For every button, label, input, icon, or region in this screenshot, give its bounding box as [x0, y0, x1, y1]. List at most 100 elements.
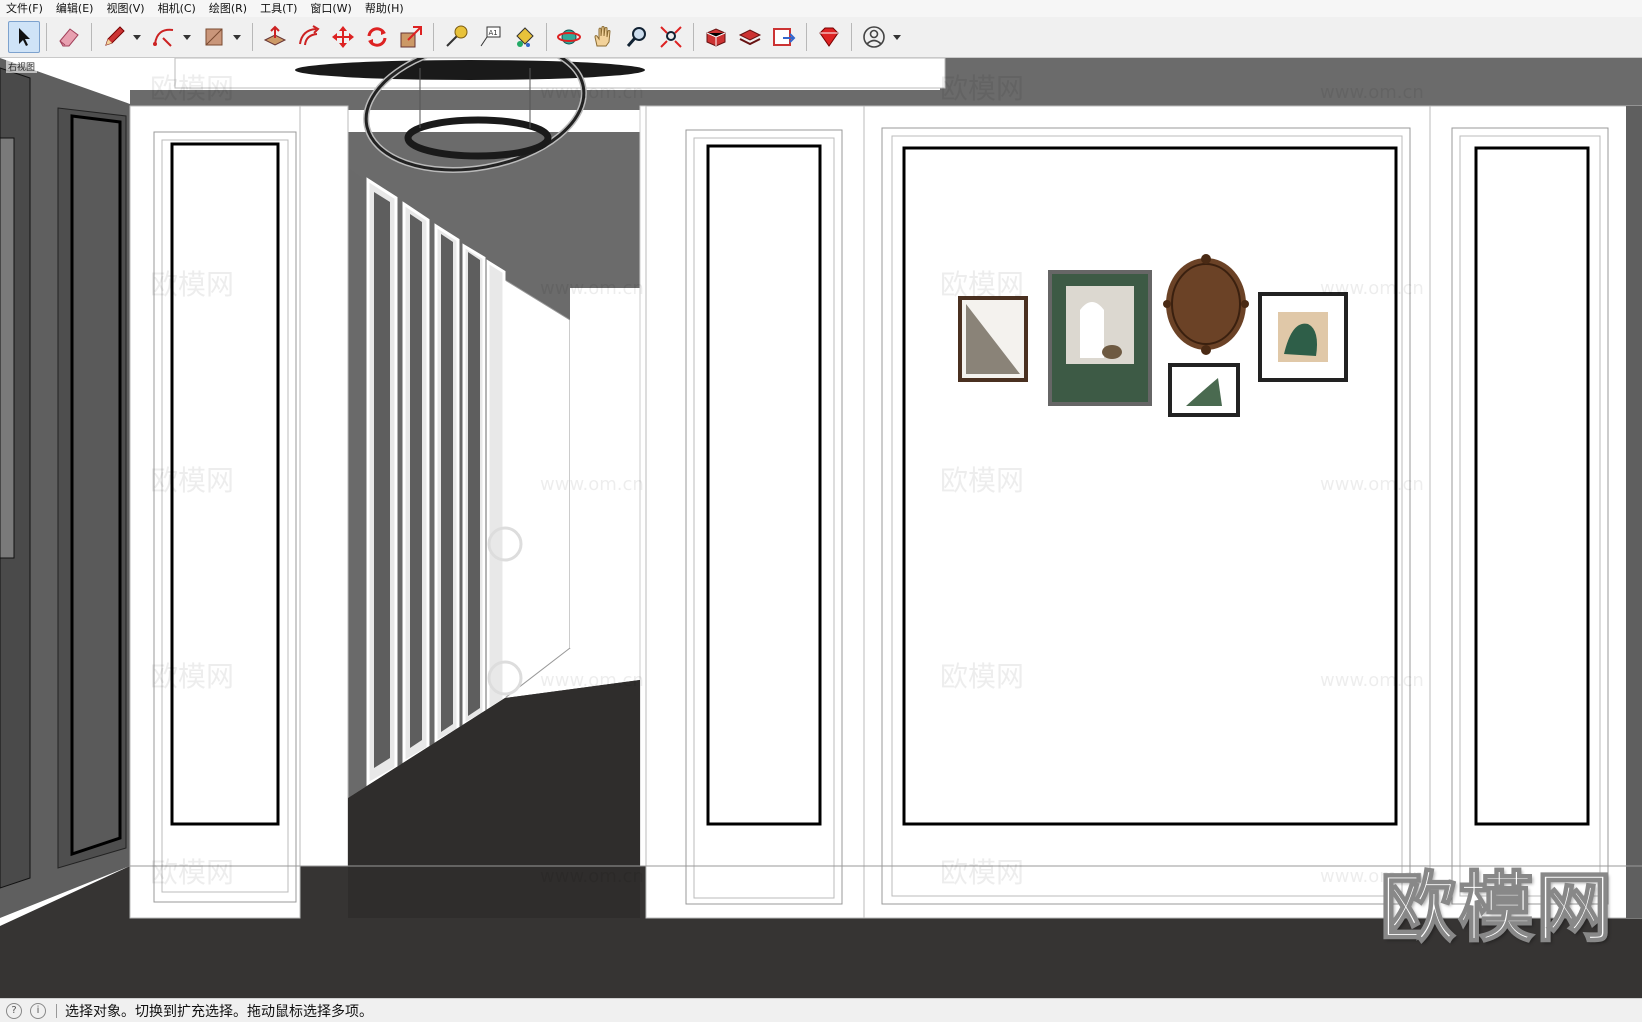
- toolbar-separator: [433, 23, 434, 51]
- user-account-icon: [863, 26, 885, 48]
- 3d-warehouse-icon: [706, 28, 726, 47]
- pan-tool-icon: [594, 26, 611, 47]
- wall-panel-4: [1429, 105, 1642, 919]
- picture-frame-2: [1048, 270, 1152, 406]
- toolbar-separator: [806, 23, 807, 51]
- extension-manager-icon: [819, 27, 839, 47]
- select-tool-button[interactable]: [8, 21, 40, 53]
- watermark-text: www.om.cn: [540, 866, 644, 887]
- push-pull-tool-button[interactable]: [259, 21, 291, 53]
- geolocation-icon[interactable]: ?: [6, 1002, 22, 1019]
- user-account-button[interactable]: [858, 21, 890, 53]
- status-bar: ? i 选择对象。切换到扩充选择。拖动鼠标选择多项。: [0, 998, 1642, 1022]
- send-to-layout-button[interactable]: [768, 21, 800, 53]
- opening-left-jamb: [299, 105, 349, 917]
- watermark-text: www.om.cn: [1320, 670, 1424, 691]
- text-tool-button[interactable]: A1: [474, 21, 506, 53]
- scale-tool-button[interactable]: [395, 21, 427, 53]
- orbit-tool-button[interactable]: [553, 21, 585, 53]
- menu-window[interactable]: 窗口(W): [310, 0, 351, 17]
- wall-panel-2: [645, 105, 865, 919]
- watermark-text: 欧模网: [940, 856, 1024, 889]
- offset-tool-button[interactable]: [293, 21, 325, 53]
- watermark-text: 欧模网: [150, 856, 234, 889]
- zoom-tool-button[interactable]: [621, 21, 653, 53]
- watermark-text: www.om.cn: [1320, 474, 1424, 495]
- picture-frame-3: [1168, 363, 1240, 417]
- watermark-text: www.om.cn: [540, 278, 644, 299]
- wall-panel-1: [129, 105, 301, 919]
- watermark-text: 欧模网: [150, 660, 234, 693]
- menu-view[interactable]: 视图(V): [106, 0, 144, 17]
- ceiling-right: [940, 58, 1642, 106]
- menu-help[interactable]: 帮助(H): [365, 0, 404, 17]
- chevron-down-icon: [233, 35, 241, 40]
- watermark-text: www.om.cn: [1320, 278, 1424, 299]
- rectangle-tool-button[interactable]: [198, 21, 230, 53]
- info-icon[interactable]: i: [30, 1002, 46, 1019]
- watermark-text: 欧模网: [940, 660, 1024, 693]
- zoom-extents-tool-button[interactable]: [655, 21, 687, 53]
- rectangle-dropdown[interactable]: [232, 21, 242, 53]
- extension-warehouse-button[interactable]: [734, 21, 766, 53]
- toolbar-separator: [851, 23, 852, 51]
- paint-bucket-tool-button[interactable]: [508, 21, 540, 53]
- watermark-text: www.om.cn: [540, 474, 644, 495]
- watermark-text: 欧模网: [150, 72, 234, 105]
- tape-measure-tool-icon: [446, 25, 468, 47]
- toolbar-separator: [693, 23, 694, 51]
- model-viewport[interactable]: 欧模网 www.om.cn 欧模网 www.om.cn 欧模网 www.om.cn 欧模网 w…: [0, 58, 1642, 998]
- menu-bar: 文件(F) 编辑(E) 视图(V) 相机(C) 绘图(R) 工具(T) 窗口(W…: [0, 0, 1642, 17]
- watermark-text: www.om.cn: [540, 670, 644, 691]
- pan-tool-button[interactable]: [587, 21, 619, 53]
- watermark-text: 欧模网: [150, 464, 234, 497]
- chevron-down-icon: [183, 35, 191, 40]
- watermark-text: www.om.cn: [1320, 82, 1424, 103]
- push-pull-tool-icon: [263, 25, 287, 46]
- chevron-down-icon: [893, 35, 901, 40]
- arc-tool-button[interactable]: [148, 21, 180, 53]
- status-separator: [56, 1003, 57, 1018]
- eraser-tool-icon: [59, 28, 79, 47]
- view-label: 右视图: [6, 60, 38, 73]
- tape-measure-tool-button[interactable]: [440, 21, 472, 53]
- status-message: 选择对象。切换到扩充选择。拖动鼠标选择多项。: [65, 1003, 373, 1020]
- svg-text:A1: A1: [489, 29, 498, 37]
- toolbar-separator: [252, 23, 253, 51]
- picture-frame-4: [1258, 292, 1348, 382]
- extension-manager-button[interactable]: [813, 21, 845, 53]
- pencil-dropdown[interactable]: [132, 21, 142, 53]
- orbit-tool-icon: [557, 29, 581, 45]
- eraser-tool-button[interactable]: [53, 21, 85, 53]
- zoom-tool-icon: [626, 27, 646, 47]
- move-tool-button[interactable]: [327, 21, 359, 53]
- watermark-text: 欧模网: [150, 268, 234, 301]
- pencil-line-tool-button[interactable]: [98, 21, 130, 53]
- move-tool-icon: [332, 26, 354, 48]
- toolbar-separator: [546, 23, 547, 51]
- extension-warehouse-icon: [738, 29, 762, 46]
- arc-tool-icon: [153, 28, 174, 47]
- chevron-down-icon: [133, 35, 141, 40]
- text-tool-icon: A1: [480, 26, 501, 47]
- left-picture-frame: [0, 137, 15, 559]
- rotate-tool-button[interactable]: [361, 21, 393, 53]
- menu-draw[interactable]: 绘图(R): [209, 0, 247, 17]
- menu-edit[interactable]: 编辑(E): [56, 0, 94, 17]
- paint-bucket-tool-icon: [516, 27, 534, 47]
- menu-camera[interactable]: 相机(C): [158, 0, 196, 17]
- send-to-layout-icon: [773, 28, 796, 46]
- corridor-far-wall: [570, 288, 640, 648]
- user-account-dropdown[interactable]: [892, 21, 902, 53]
- toolbar: A1: [0, 17, 1642, 58]
- 3d-warehouse-button[interactable]: [700, 21, 732, 53]
- rectangle-tool-icon: [205, 28, 223, 46]
- menu-file[interactable]: 文件(F): [6, 0, 43, 17]
- picture-frame-1: [958, 296, 1028, 382]
- wall-panel-feature: [863, 105, 1431, 919]
- watermark-text: 欧模网: [940, 464, 1024, 497]
- zoom-extents-tool-icon: [660, 26, 682, 48]
- arc-dropdown[interactable]: [182, 21, 192, 53]
- left-wall-panel-inner: [70, 114, 122, 857]
- menu-tools[interactable]: 工具(T): [260, 0, 297, 17]
